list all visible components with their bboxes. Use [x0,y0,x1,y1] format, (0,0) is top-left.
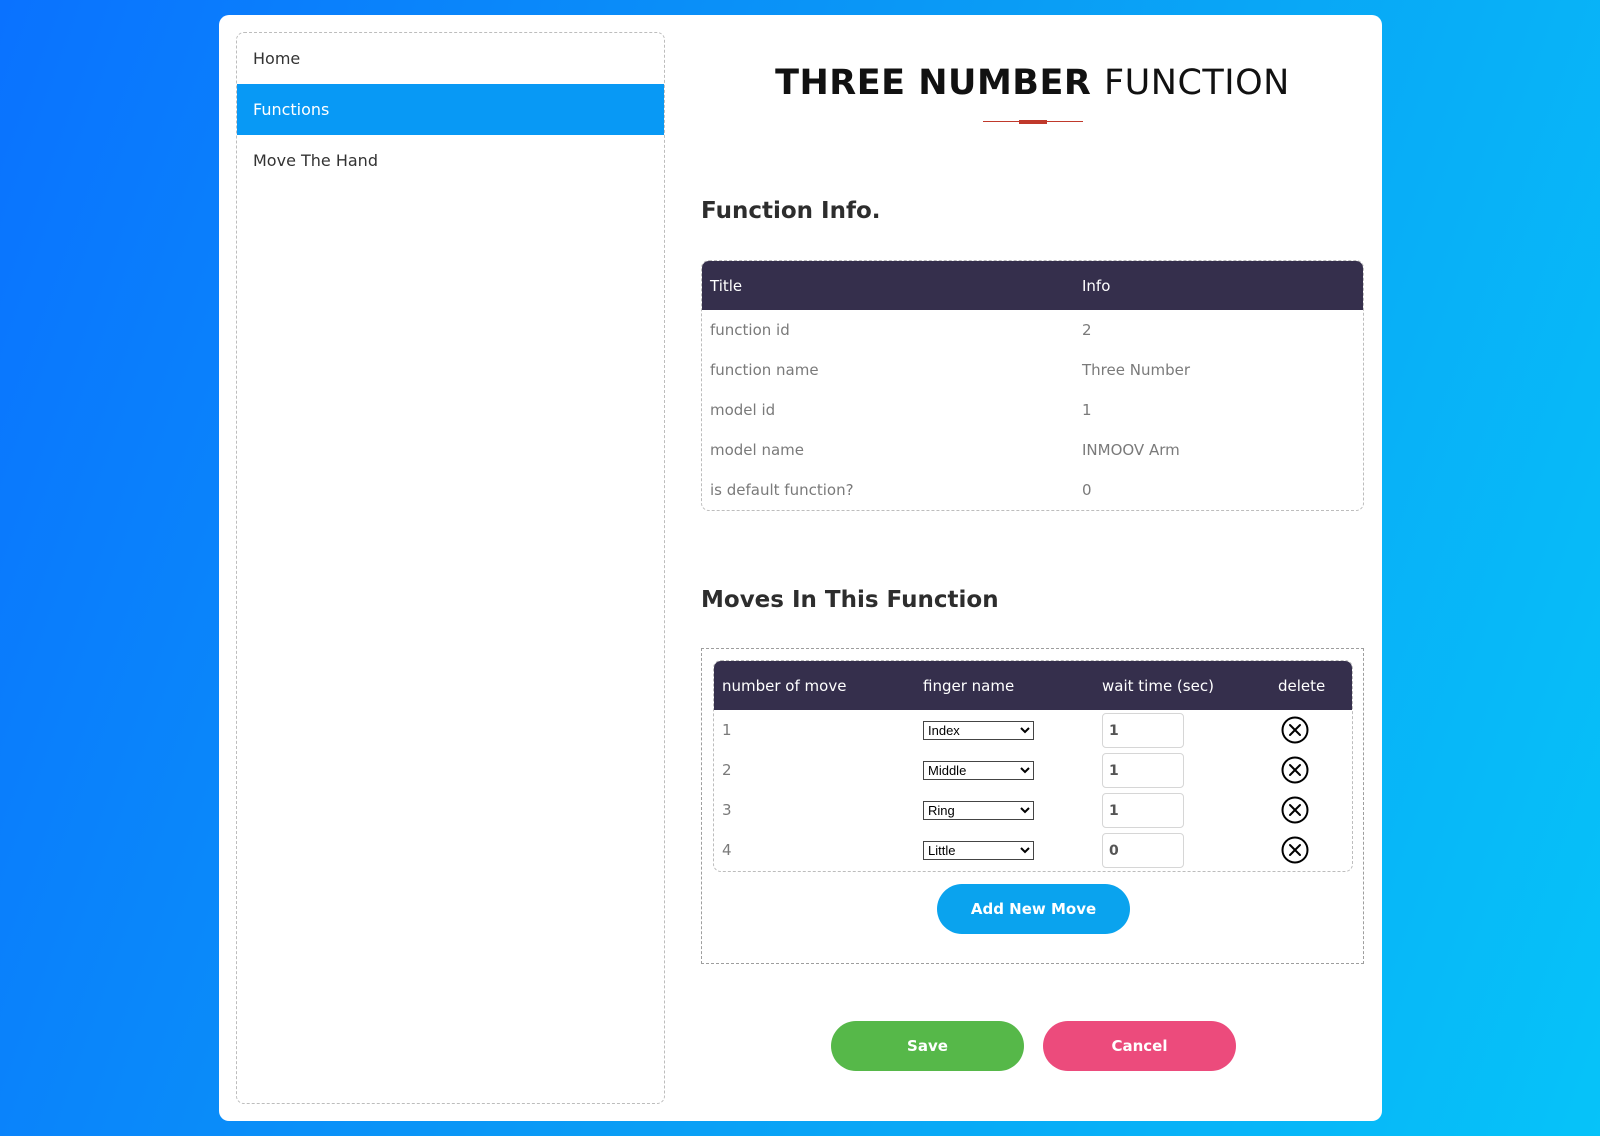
function-info-heading: Function Info. [701,198,881,224]
table-row: 3 Ring [714,790,1352,830]
finger-select[interactable]: Little [923,841,1034,860]
finger-select[interactable]: Middle [923,761,1034,780]
add-new-move-button[interactable]: Add New Move [937,884,1130,934]
wait-time-input[interactable] [1102,753,1184,788]
sidebar: Home Functions Move The Hand [236,32,665,1104]
moves-panel: number of move finger name wait time (se… [701,648,1364,964]
sidebar-item-move-the-hand[interactable]: Move The Hand [237,135,664,186]
table-row: model name INMOOV Arm [702,430,1363,470]
page-title: THREE NUMBER FUNCTION [701,63,1364,103]
cancel-button[interactable]: Cancel [1043,1021,1236,1071]
title-underline [983,120,1083,124]
finger-select[interactable]: Index [923,721,1034,740]
moves-col-finger: finger name [923,677,1015,695]
close-circle-icon[interactable] [1281,716,1309,744]
move-number: 3 [722,801,732,819]
move-number: 1 [722,721,732,739]
moves-table: number of move finger name wait time (se… [713,660,1353,872]
info-row-title: function id [710,321,790,339]
moves-col-delete: delete [1278,677,1326,695]
table-row: 2 Middle [714,750,1352,790]
info-row-title: model name [710,441,805,459]
info-table-body: function id 2 function name Three Number… [702,310,1363,510]
info-row-value: 0 [1082,481,1092,499]
finger-select[interactable]: Ring [923,801,1034,820]
wait-time-input[interactable] [1102,833,1184,868]
wait-time-input[interactable] [1102,793,1184,828]
moves-col-wait: wait time (sec) [1102,677,1214,695]
info-row-title: is default function? [710,481,854,499]
close-circle-icon[interactable] [1281,756,1309,784]
moves-table-header: number of move finger name wait time (se… [714,661,1352,710]
table-row: is default function? 0 [702,470,1363,510]
info-row-value: 2 [1082,321,1092,339]
table-row: 4 Little [714,830,1352,870]
info-row-value: Three Number [1082,361,1190,379]
wait-time-input[interactable] [1102,713,1184,748]
moves-heading: Moves In This Function [701,587,999,613]
move-number: 2 [722,761,732,779]
info-row-value: INMOOV Arm [1082,441,1180,459]
function-info-table: Title Info function id 2 function name T… [701,260,1364,511]
table-row: 1 Index [714,710,1352,750]
info-col-info: Info [1082,276,1111,295]
content-card: Home Functions Move The Hand THREE NUMBE… [219,15,1382,1121]
underline-bar [1019,120,1047,124]
info-row-value: 1 [1082,401,1092,419]
info-row-title: function name [710,361,819,379]
close-circle-icon[interactable] [1281,836,1309,864]
table-row: function name Three Number [702,350,1363,390]
move-number: 4 [722,841,732,859]
sidebar-item-functions[interactable]: Functions [237,84,664,135]
close-circle-icon[interactable] [1281,796,1309,824]
table-row: function id 2 [702,310,1363,350]
info-row-title: model id [710,401,776,419]
moves-col-number: number of move [722,677,847,695]
page-title-light: FUNCTION [1104,63,1290,103]
info-table-header: Title Info [702,261,1363,310]
sidebar-item-home[interactable]: Home [237,33,664,84]
table-row: model id 1 [702,390,1363,430]
page-title-bold: THREE NUMBER [775,63,1092,103]
info-col-title: Title [710,276,743,295]
save-button[interactable]: Save [831,1021,1024,1071]
